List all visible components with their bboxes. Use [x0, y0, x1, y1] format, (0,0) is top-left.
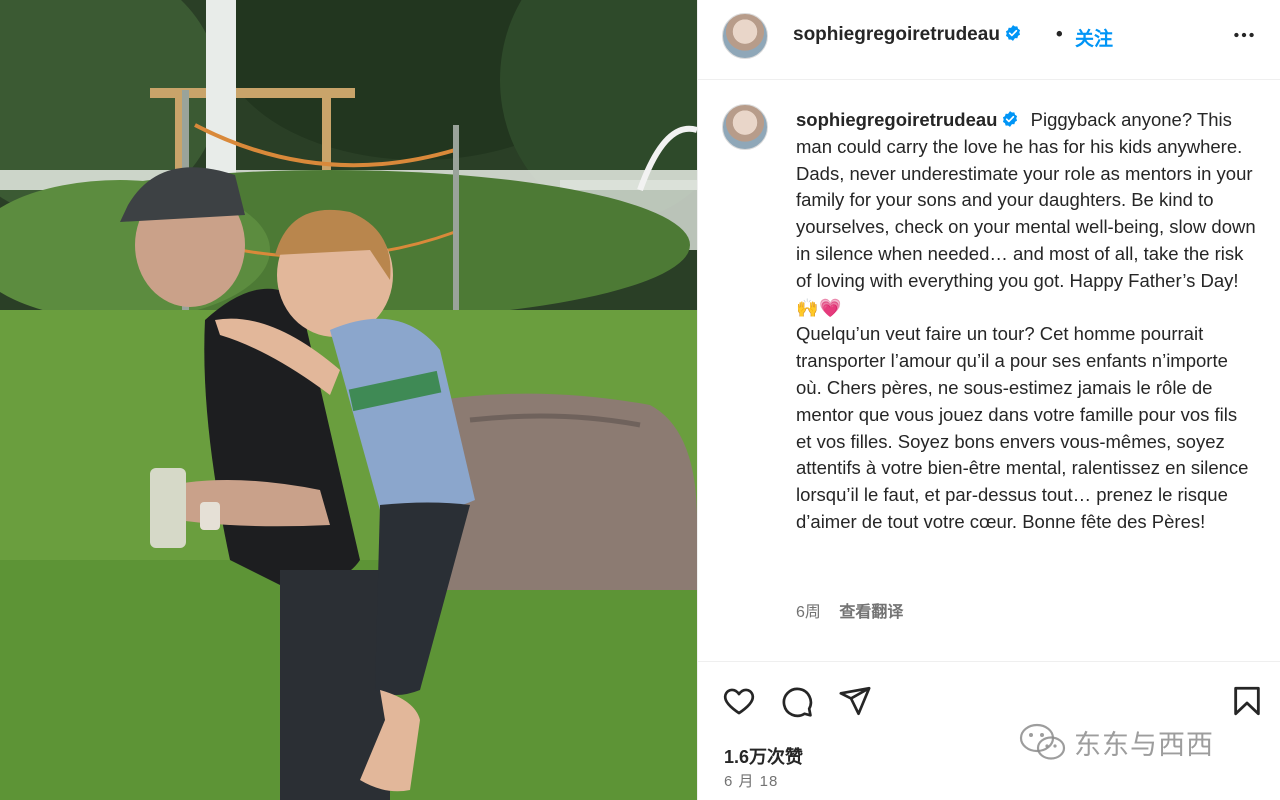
heart-icon[interactable]: [722, 684, 756, 718]
action-bar: [698, 680, 1280, 724]
more-options-icon[interactable]: [1231, 22, 1257, 48]
author-username-text[interactable]: sophiegregoiretrudeau: [793, 24, 1000, 45]
post-age[interactable]: 6周: [796, 604, 821, 621]
caption-meta: 6周 查看翻译: [796, 598, 903, 622]
post-date: 6 月 18: [724, 773, 779, 790]
post-side-panel: sophiegregoiretrudeau • 关注 sophiegregoir…: [697, 0, 1280, 800]
author-avatar[interactable]: [722, 13, 768, 59]
caption-text: sophiegregoiretrudeau Piggyback anyone? …: [796, 107, 1256, 536]
header-separator: •: [1056, 24, 1063, 45]
photo-illustration: [0, 0, 697, 800]
post-header: sophiegregoiretrudeau • 关注: [698, 0, 1280, 80]
follow-button[interactable]: 关注: [1075, 24, 1113, 51]
comment-icon[interactable]: [780, 684, 814, 718]
see-translation-button[interactable]: 查看翻译: [839, 604, 903, 621]
caption-english-paragraph: sophiegregoiretrudeau Piggyback anyone? …: [796, 107, 1256, 295]
send-icon[interactable]: [838, 684, 872, 718]
bookmark-icon[interactable]: [1230, 684, 1264, 718]
verified-badge-icon: [1003, 111, 1018, 127]
caption-author-username[interactable]: sophiegregoiretrudeau: [796, 109, 1019, 130]
caption-author-username-text[interactable]: sophiegregoiretrudeau: [796, 109, 997, 130]
likes-count[interactable]: 1.6万次赞: [724, 743, 803, 769]
caption-english-text: Piggyback anyone? This man could carry t…: [796, 109, 1256, 291]
caption-french-text: Quelqu’un veut faire un tour? Cet homme …: [796, 323, 1249, 532]
author-username[interactable]: sophiegregoiretrudeau: [793, 24, 1022, 46]
caption-author-avatar[interactable]: [722, 104, 768, 150]
post-photo[interactable]: [0, 0, 697, 800]
wechat-icon: [1019, 723, 1066, 760]
watermark-text: 东东与西西: [1074, 729, 1214, 760]
caption-emoji: 🙌💗: [796, 297, 843, 318]
watermark: 东东与西西: [1018, 722, 1214, 762]
verified-badge-icon: [1005, 25, 1020, 41]
caption-section: sophiegregoiretrudeau Piggyback anyone? …: [698, 80, 1280, 662]
